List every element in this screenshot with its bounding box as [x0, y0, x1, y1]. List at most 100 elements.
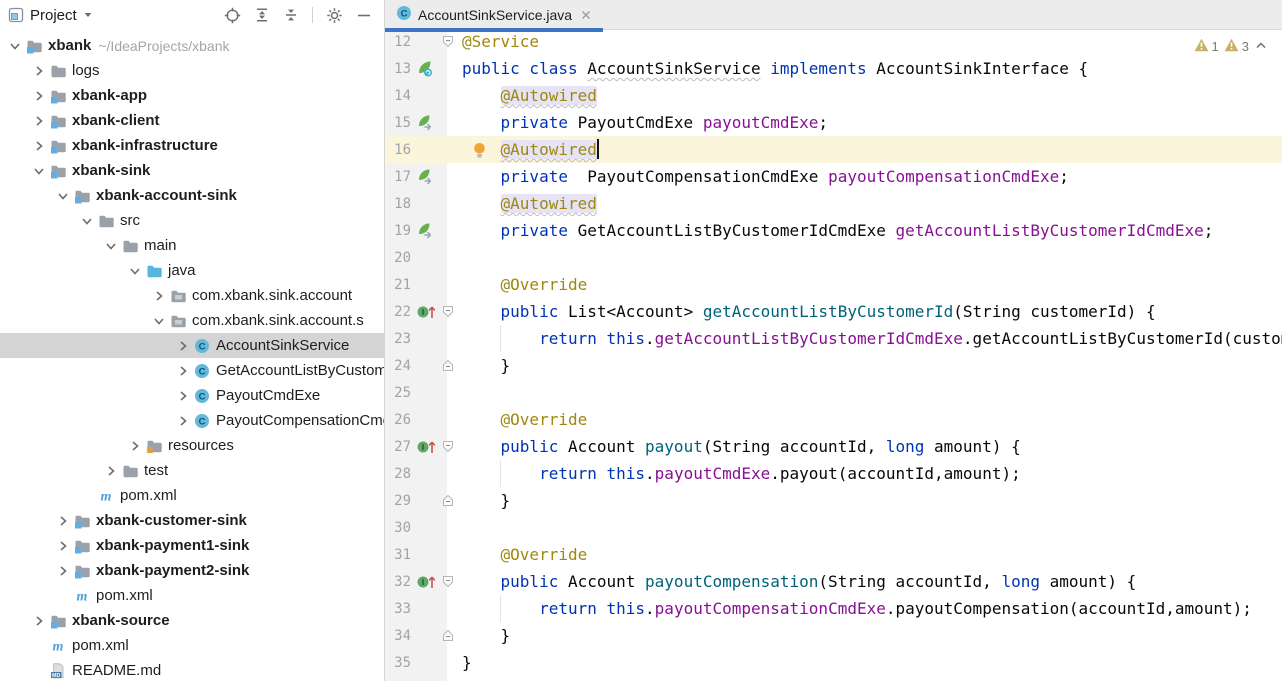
- code-line-28[interactable]: return this.payoutCmdExe.payout(accountI…: [462, 460, 1282, 487]
- code-line-25[interactable]: [462, 379, 1282, 406]
- tree-row-getaccountlistbycustomeridcmdexe[interactable]: CGetAccountListByCustomerIdCmdExe: [0, 358, 384, 383]
- fold-marker-icon[interactable]: [442, 35, 456, 48]
- tree-row-xbank-sink[interactable]: xbank-sink: [0, 158, 384, 183]
- chevron-up-icon[interactable]: [1254, 38, 1268, 55]
- tree-row-xbank-account-sink[interactable]: xbank-account-sink: [0, 183, 384, 208]
- intention-bulb-icon[interactable]: [472, 142, 487, 162]
- code-line-15[interactable]: private PayoutCmdExe payoutCmdExe;: [462, 109, 1282, 136]
- chevron-right-icon[interactable]: [28, 113, 50, 129]
- inspection-warning[interactable]: 1: [1194, 38, 1219, 55]
- chevron-down-icon[interactable]: [28, 163, 50, 179]
- tree-row-main[interactable]: main: [0, 233, 384, 258]
- code-line-14[interactable]: @Autowired: [462, 82, 1282, 109]
- tree-row-payoutcmdexe[interactable]: CPayoutCmdExe: [0, 383, 384, 408]
- chevron-right-icon[interactable]: [172, 363, 194, 379]
- chevron-down-icon[interactable]: [76, 213, 98, 229]
- chevron-down-icon[interactable]: [124, 263, 146, 279]
- code-line-26[interactable]: @Override: [462, 406, 1282, 433]
- chevron-right-icon[interactable]: [28, 63, 50, 79]
- chevron-right-icon[interactable]: [172, 338, 194, 354]
- chevron-down-icon[interactable]: [4, 38, 26, 54]
- fold-marker-icon[interactable]: [442, 629, 456, 642]
- tree-row-xbank-infrastructure[interactable]: xbank-infrastructure: [0, 133, 384, 158]
- code-line-12[interactable]: @Service: [462, 28, 1282, 55]
- tree-row-xbank-source[interactable]: xbank-source: [0, 608, 384, 633]
- collapse-all-icon[interactable]: [283, 7, 299, 23]
- tree-row-xbank-client[interactable]: xbank-client: [0, 108, 384, 133]
- tree-row-resources[interactable]: resources: [0, 433, 384, 458]
- settings-icon[interactable]: [326, 7, 343, 24]
- close-icon[interactable]: [580, 9, 592, 21]
- chevron-right-icon[interactable]: [124, 438, 146, 454]
- tree-row-test[interactable]: test: [0, 458, 384, 483]
- tab-account-sink-service[interactable]: C AccountSinkService.java: [385, 0, 603, 29]
- code-line-18[interactable]: @Autowired: [462, 190, 1282, 217]
- inspection-warning[interactable]: 3: [1224, 38, 1249, 55]
- inspections-widget[interactable]: 13: [1194, 38, 1268, 55]
- code-line-33[interactable]: return this.payoutCompensationCmdExe.pay…: [462, 595, 1282, 622]
- tree-row-readme-md[interactable]: MDREADME.md: [0, 658, 384, 681]
- code-lines[interactable]: @Servicepublic class AccountSinkService …: [462, 28, 1282, 676]
- implementing-method-icon[interactable]: I: [416, 574, 440, 590]
- chevron-right-icon[interactable]: [172, 413, 194, 429]
- fold-marker-icon[interactable]: [442, 494, 456, 507]
- code-line-22[interactable]: public List<Account> getAccountListByCus…: [462, 298, 1282, 325]
- chevron-right-icon[interactable]: [148, 288, 170, 304]
- tree-row-com-xbank-sink-account-s[interactable]: com.xbank.sink.account.s: [0, 308, 384, 333]
- spring-bean-icon[interactable]: [416, 60, 440, 77]
- tree-row-xbank-app[interactable]: xbank-app: [0, 83, 384, 108]
- tree-row-pom-xml[interactable]: mpom.xml: [0, 633, 384, 658]
- tree-row-xbank-payment1-sink[interactable]: xbank-payment1-sink: [0, 533, 384, 558]
- spring-autowired-icon[interactable]: [416, 168, 440, 185]
- chevron-right-icon[interactable]: [52, 563, 74, 579]
- project-panel-title[interactable]: Project: [30, 7, 77, 24]
- chevron-down-icon[interactable]: [148, 313, 170, 329]
- tree-row-com-xbank-sink-account[interactable]: com.xbank.sink.account: [0, 283, 384, 308]
- expand-all-icon[interactable]: [254, 7, 270, 23]
- code-line-35[interactable]: }: [462, 649, 1282, 676]
- caret-down-icon[interactable]: [83, 10, 93, 20]
- code-line-31[interactable]: @Override: [462, 541, 1282, 568]
- code-line-34[interactable]: }: [462, 622, 1282, 649]
- tree-row-xbank[interactable]: xbank~/IdeaProjects/xbank: [0, 33, 384, 58]
- tree-row-src[interactable]: src: [0, 208, 384, 233]
- code-line-19[interactable]: private GetAccountListByCustomerIdCmdExe…: [462, 217, 1282, 244]
- code-line-21[interactable]: @Override: [462, 271, 1282, 298]
- code-line-24[interactable]: }: [462, 352, 1282, 379]
- chevron-right-icon[interactable]: [100, 463, 122, 479]
- code-line-27[interactable]: public Account payout(String accountId, …: [462, 433, 1282, 460]
- locate-icon[interactable]: [224, 7, 241, 24]
- chevron-right-icon[interactable]: [52, 538, 74, 554]
- code-line-29[interactable]: }: [462, 487, 1282, 514]
- tree-row-pom-xml[interactable]: mpom.xml: [0, 583, 384, 608]
- project-tool-icon[interactable]: [8, 7, 24, 23]
- code-line-23[interactable]: return this.getAccountListByCustomerIdCm…: [462, 325, 1282, 352]
- hide-icon[interactable]: [356, 7, 372, 23]
- fold-marker-icon[interactable]: [442, 305, 456, 318]
- chevron-right-icon[interactable]: [28, 613, 50, 629]
- implementing-method-icon[interactable]: I: [416, 304, 440, 320]
- fold-marker-icon[interactable]: [442, 440, 456, 453]
- tree-row-pom-xml[interactable]: mpom.xml: [0, 483, 384, 508]
- code-line-16[interactable]: @Autowired: [462, 136, 1282, 163]
- tree-row-java[interactable]: java: [0, 258, 384, 283]
- chevron-down-icon[interactable]: [100, 238, 122, 254]
- tree-row-xbank-payment2-sink[interactable]: xbank-payment2-sink: [0, 558, 384, 583]
- implementing-method-icon[interactable]: I: [416, 439, 440, 455]
- fold-marker-icon[interactable]: [442, 575, 456, 588]
- fold-marker-icon[interactable]: [442, 359, 456, 372]
- tree-row-logs[interactable]: logs: [0, 58, 384, 83]
- code-line-30[interactable]: [462, 514, 1282, 541]
- code-line-13[interactable]: public class AccountSinkService implemen…: [462, 55, 1282, 82]
- code-line-20[interactable]: [462, 244, 1282, 271]
- code-line-17[interactable]: private PayoutCompensationCmdExe payoutC…: [462, 163, 1282, 190]
- code-area[interactable]: 1213141516171819202122I2324252627I282930…: [385, 28, 1282, 681]
- chevron-right-icon[interactable]: [28, 88, 50, 104]
- spring-autowired-icon[interactable]: [416, 114, 440, 131]
- chevron-down-icon[interactable]: [52, 188, 74, 204]
- tree-row-accountsinkservice[interactable]: CAccountSinkService: [0, 333, 384, 358]
- tree-row-xbank-customer-sink[interactable]: xbank-customer-sink: [0, 508, 384, 533]
- chevron-right-icon[interactable]: [52, 513, 74, 529]
- chevron-right-icon[interactable]: [172, 388, 194, 404]
- tree-row-payoutcompensationcmdexe[interactable]: CPayoutCompensationCmdExe: [0, 408, 384, 433]
